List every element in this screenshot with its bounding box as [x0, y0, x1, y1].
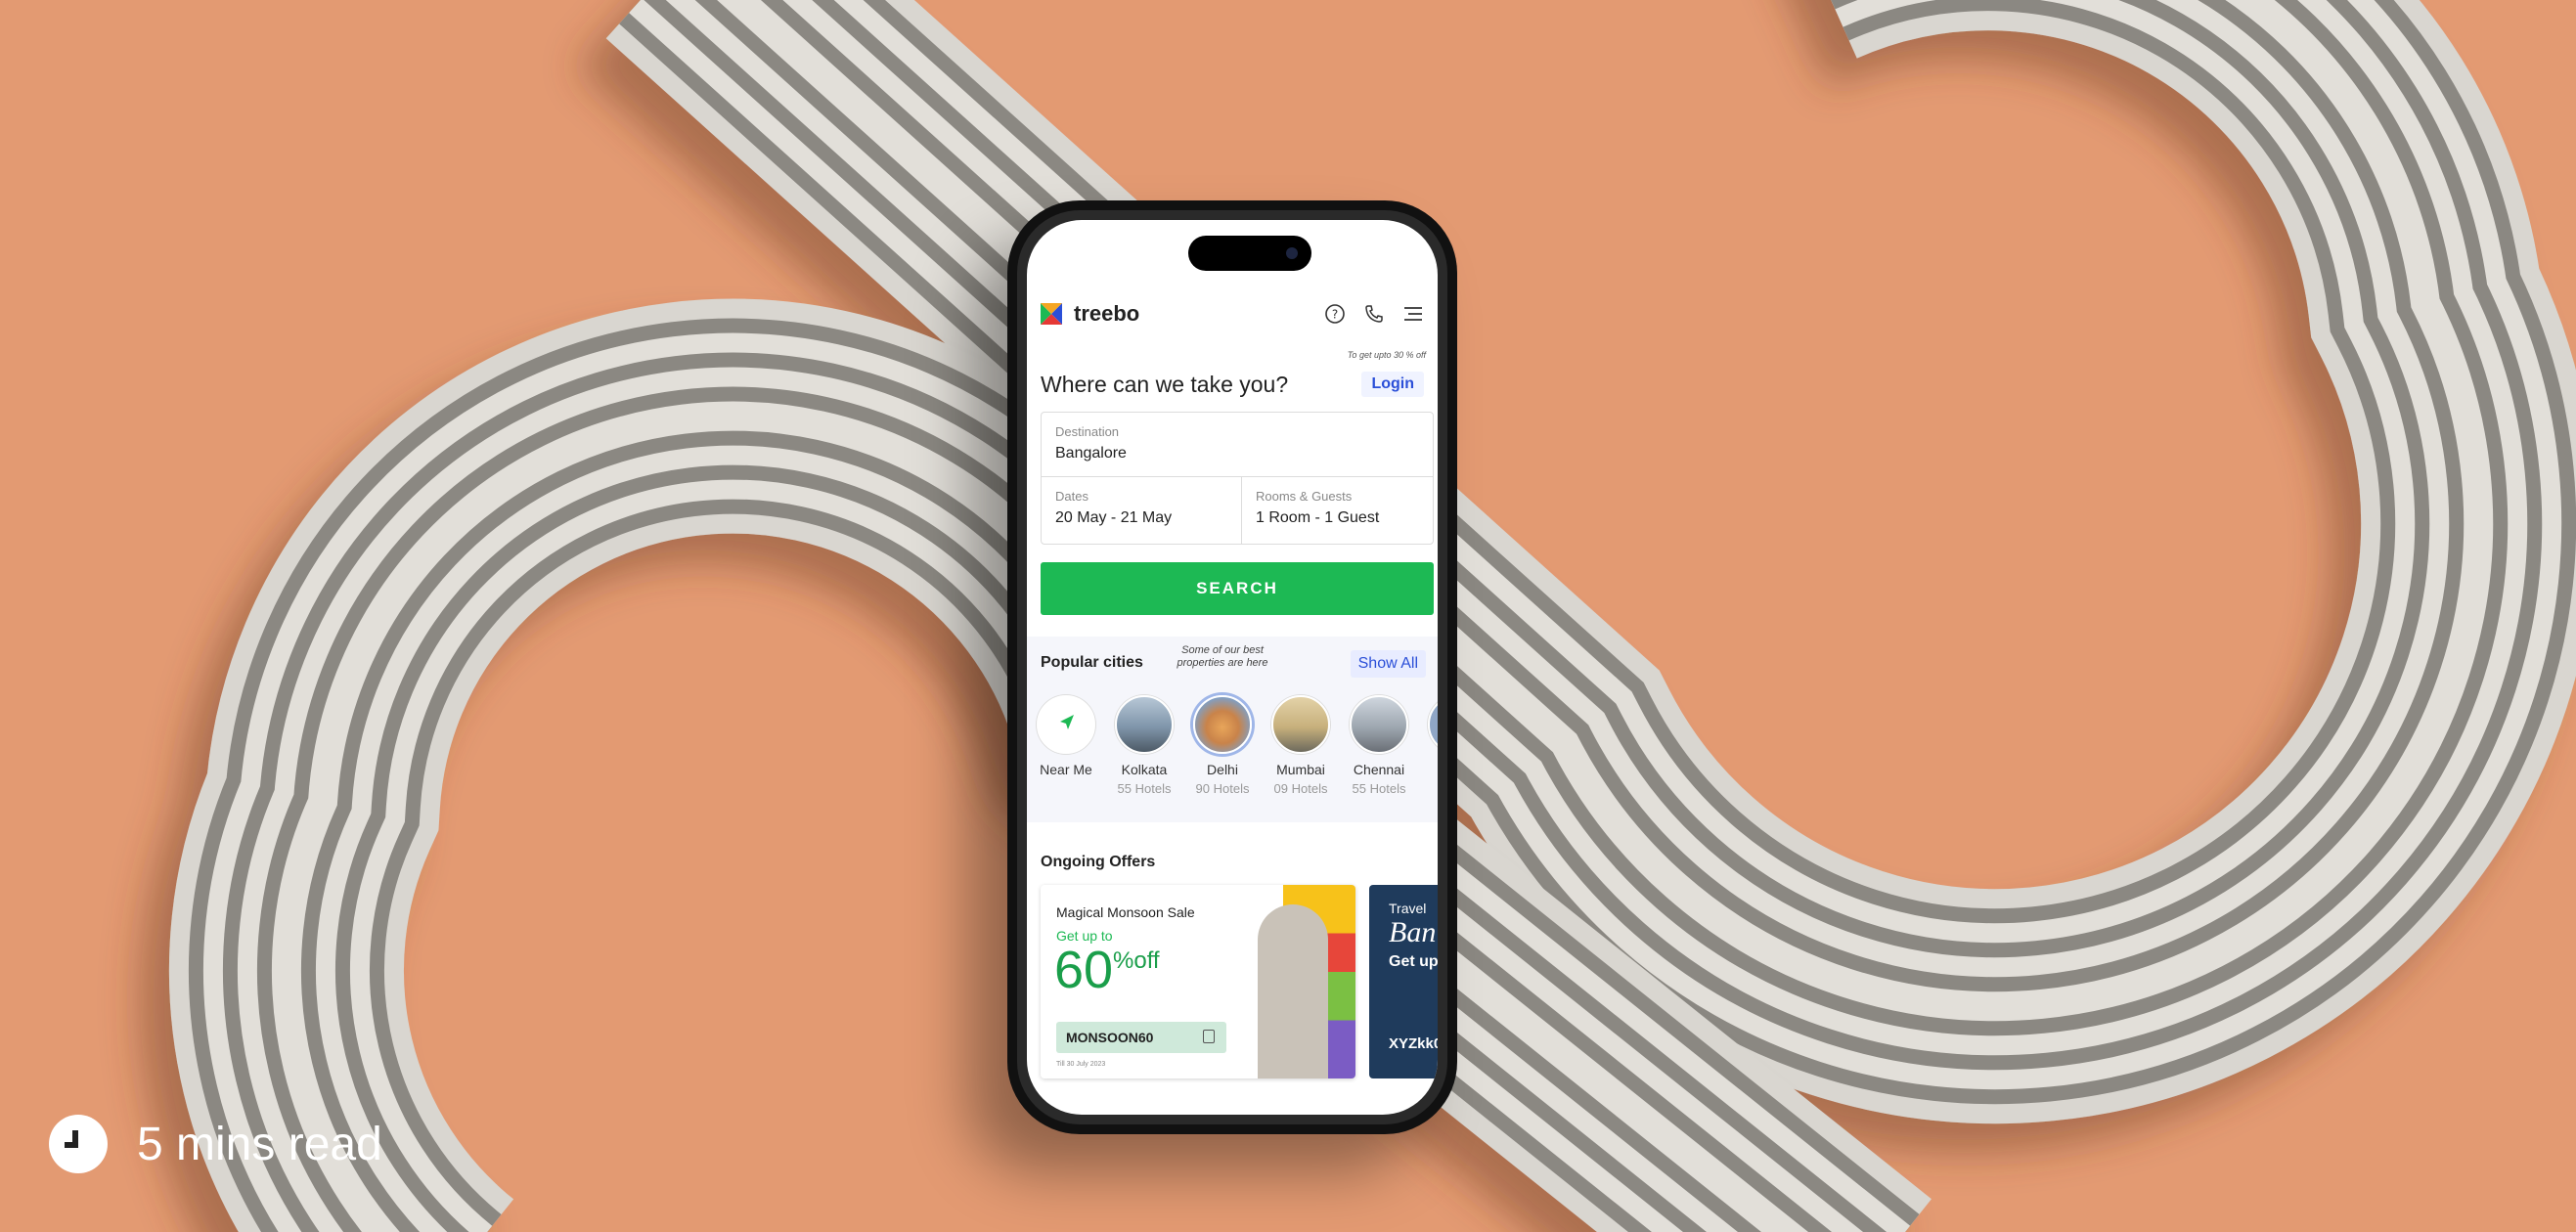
copy-icon[interactable]: [1203, 1030, 1215, 1043]
city-name: Delhi: [1207, 762, 1238, 777]
offer-person-figure: [1258, 904, 1328, 1078]
phone-mockup: treebo ? To get upto 30 % off Where can …: [1007, 200, 1457, 1134]
dynamic-island: [1188, 236, 1311, 271]
ongoing-offers-title: Ongoing Offers: [1041, 854, 1156, 870]
login-button[interactable]: Login: [1361, 372, 1424, 397]
city-partial[interactable]: [1418, 695, 1438, 813]
help-icon[interactable]: ?: [1324, 303, 1346, 325]
city-chennai[interactable]: Chennai 55 Hotels: [1340, 695, 1418, 813]
offer-suffix: %off: [1113, 947, 1160, 974]
popular-cities-section: Popular cities Some of our best properti…: [1027, 637, 1438, 822]
read-time-text: 5 mins read: [137, 1118, 382, 1170]
popular-cities-title: Popular cities: [1041, 654, 1143, 671]
treebo-logo-icon: [1039, 301, 1064, 327]
login-promo-note: To get upto 30 % off: [1347, 350, 1426, 360]
phone-call-icon[interactable]: [1363, 303, 1385, 325]
city-name: Near Me: [1040, 762, 1092, 777]
page-headline: Where can we take you?: [1041, 372, 1289, 397]
city-hotel-count: 09 Hotels: [1273, 781, 1328, 796]
header-actions: ?: [1324, 303, 1424, 325]
city-name: Chennai: [1353, 762, 1405, 777]
city-delhi[interactable]: Delhi 90 Hotels: [1183, 695, 1262, 813]
search-button[interactable]: SEARCH: [1041, 562, 1434, 615]
show-all-button[interactable]: Show All: [1350, 650, 1426, 678]
city-near-me[interactable]: Near Me: [1027, 695, 1105, 813]
rooms-label: Rooms & Guests: [1256, 489, 1353, 504]
offer-footnote: Till 30 July 2023: [1056, 1061, 1106, 1068]
rooms-guests-field[interactable]: Rooms & Guests 1 Room - 1 Guest: [1242, 477, 1433, 544]
mumbai-sealink-image: [1271, 695, 1330, 754]
offer-amount: 60: [1054, 941, 1114, 999]
location-arrow-icon: [1037, 695, 1095, 754]
rooms-value: 1 Room - 1 Guest: [1256, 509, 1380, 526]
read-time-badge: 5 mins read: [49, 1115, 382, 1173]
dates-value: 20 May - 21 May: [1055, 509, 1173, 526]
offer2-line3: Get upt: [1389, 953, 1438, 970]
city-hotel-count: 55 Hotels: [1117, 781, 1172, 796]
clock-icon: [49, 1115, 108, 1173]
destination-label: Destination: [1055, 424, 1120, 439]
city-image: [1428, 695, 1438, 754]
search-form: Destination Bangalore Dates 20 May - 21 …: [1041, 412, 1434, 545]
coupon-code: MONSOON60: [1066, 1030, 1154, 1045]
offer-name: Magical Monsoon Sale: [1056, 904, 1195, 920]
city-hotel-count: 90 Hotels: [1195, 781, 1250, 796]
destination-value: Bangalore: [1055, 445, 1127, 462]
svg-text:?: ?: [1332, 308, 1338, 322]
dates-label: Dates: [1055, 489, 1088, 504]
coupon-code-box[interactable]: MONSOON60: [1056, 1022, 1226, 1053]
offer2-code: XYZkk0: [1389, 1035, 1438, 1052]
popular-cities-note: Some of our best properties are here: [1177, 644, 1268, 669]
phone-screen: treebo ? To get upto 30 % off Where can …: [1027, 220, 1438, 1115]
dates-field[interactable]: Dates 20 May - 21 May: [1042, 477, 1242, 544]
offer-card-monsoon[interactable]: Magical Monsoon Sale Get up to 60 %off M…: [1041, 885, 1355, 1078]
app-header: treebo ?: [1039, 294, 1438, 333]
city-hotel-count: 55 Hotels: [1352, 781, 1406, 796]
city-name: Mumbai: [1276, 762, 1325, 777]
city-kolkata[interactable]: Kolkata 55 Hotels: [1105, 695, 1183, 813]
city-list: Near Me Kolkata 55 Hotels Delhi 90 Hotel…: [1027, 695, 1438, 813]
brand-name: treebo: [1074, 301, 1140, 326]
offer2-line1: Travel: [1389, 901, 1427, 916]
chennai-building-image: [1350, 695, 1408, 754]
city-name: Kolkata: [1121, 762, 1168, 777]
destination-field[interactable]: Destination Bangalore: [1042, 413, 1433, 477]
city-mumbai[interactable]: Mumbai 09 Hotels: [1262, 695, 1340, 813]
kolkata-bridge-image: [1115, 695, 1174, 754]
delhi-india-gate-image: [1193, 695, 1252, 754]
menu-icon[interactable]: [1402, 303, 1424, 325]
offer2-line2: Ban: [1389, 916, 1437, 948]
offer-card-travel[interactable]: Travel Ban Get upt XYZkk0: [1369, 885, 1438, 1078]
